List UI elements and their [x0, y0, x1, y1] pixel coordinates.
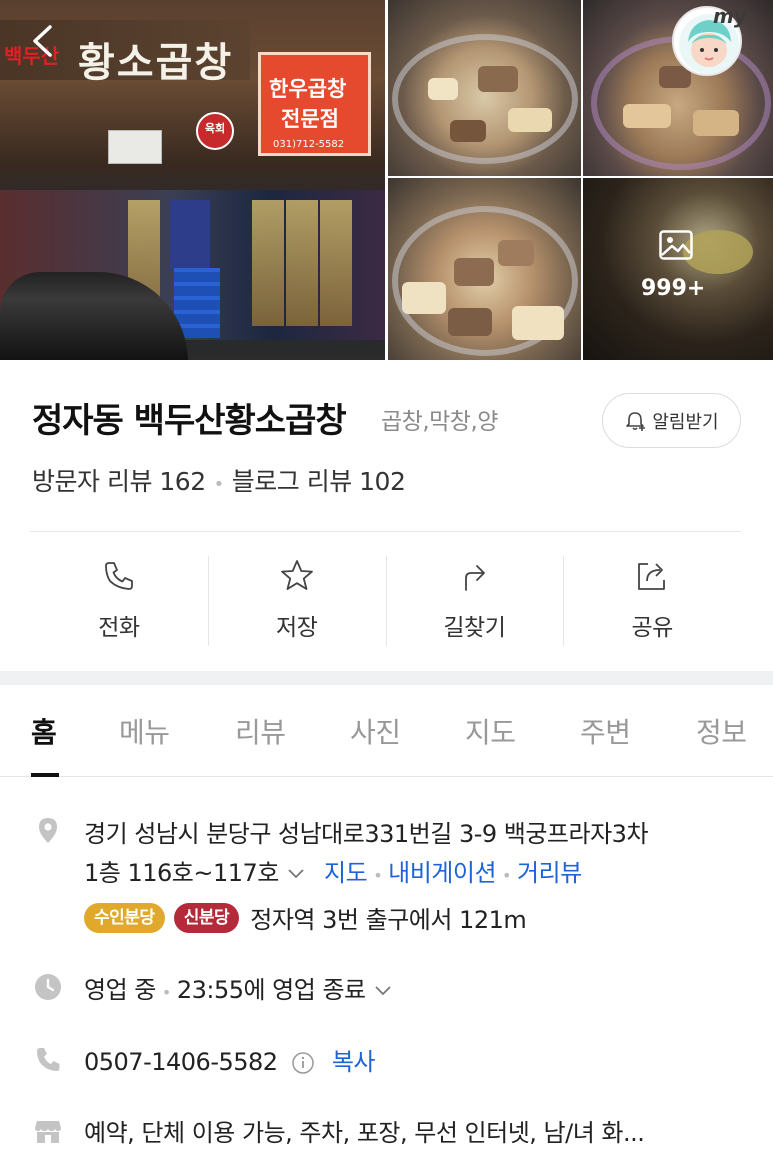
address-line2: 1층 116호~117호 — [84, 859, 279, 887]
food-piece — [454, 258, 494, 286]
navigation-link[interactable]: 내비게이션 — [388, 859, 496, 887]
location-pin-icon — [39, 818, 57, 843]
active-tab-indicator — [31, 773, 59, 777]
save-button-label: 저장 — [275, 615, 318, 641]
food-piece — [478, 66, 518, 92]
share-icon — [638, 563, 666, 590]
store-sign-text: 황소곱창 — [78, 39, 234, 86]
food-piece — [450, 120, 486, 142]
grill-pan — [392, 34, 578, 164]
window-poster — [252, 200, 284, 326]
phone-row: 0507-1406-5582 복사 — [84, 1042, 376, 1077]
info-circle-icon[interactable] — [291, 1051, 315, 1075]
storefront-photo[interactable]: 백두산 황소곱창 한우곱창 전문점 031)712-5582 육회 — [0, 0, 385, 360]
food-photo[interactable] — [388, 0, 581, 176]
tab-reviews[interactable]: 리뷰 — [235, 711, 286, 751]
call-button[interactable]: 전화 — [30, 556, 208, 646]
directions-icon — [465, 565, 486, 591]
review-counts: 방문자 리뷰 162 • 블로그 리뷰 102 — [32, 462, 406, 498]
store-icon — [35, 1121, 61, 1143]
hours-detail: 23:55에 영업 종료 — [176, 976, 366, 1004]
tab-menu[interactable]: 메뉴 — [119, 711, 170, 751]
tab-photos[interactable]: 사진 — [350, 711, 401, 751]
share-button[interactable]: 공유 — [563, 556, 741, 646]
red-board-phone: 031)712-5582 — [273, 139, 345, 150]
hours-status: 영업 중 — [84, 976, 156, 1004]
tab-info[interactable]: 정보 — [696, 711, 747, 751]
subway-line-badge: 신분당 — [173, 902, 240, 933]
window-poster — [320, 200, 352, 326]
phone-number[interactable]: 0507-1406-5582 — [84, 1048, 278, 1076]
subway-line-badge: 수인분당 — [84, 902, 165, 933]
tab-home[interactable]: 홈 — [31, 711, 57, 751]
street-view-link[interactable]: 거리뷰 — [517, 859, 582, 887]
tab-nearby[interactable]: 주변 — [580, 711, 631, 751]
alarm-button-label: 알림받기 — [652, 411, 719, 433]
food-piece — [402, 282, 446, 314]
more-photos-count: 999+ — [641, 276, 706, 301]
share-button-label: 공유 — [631, 615, 673, 641]
red-signboard: 한우곱창 전문점 031)712-5582 — [258, 52, 371, 156]
more-photos-tile[interactable]: 999+ — [583, 178, 773, 360]
separator-dot: • — [213, 474, 225, 495]
ac-unit — [108, 130, 162, 164]
tab-bar: 홈 메뉴 리뷰 사진 지도 주변 정보 — [0, 685, 773, 777]
my-label: my — [713, 4, 747, 28]
place-category: 곱창,막창,양 — [381, 409, 498, 435]
red-board-line1: 한우곱창 — [269, 77, 347, 101]
back-arrow-icon[interactable] — [30, 24, 54, 58]
alarm-button[interactable]: 알림받기 — [602, 393, 741, 448]
blog-review-link[interactable]: 블로그 리뷰 102 — [232, 467, 406, 496]
hours-row[interactable]: 영업 중 • 23:55에 영업 종료 — [84, 970, 392, 1005]
directions-button[interactable]: 길찾기 — [385, 556, 564, 646]
clock-icon — [35, 974, 61, 1000]
address-line2-row: 1층 116호~117호 지도 • 내비게이션 • 거리뷰 — [84, 853, 582, 888]
food-piece — [498, 240, 534, 266]
amenities[interactable]: 예약, 단체 이용 가능, 주차, 포장, 무선 인터넷, 남/녀 화... — [84, 1113, 645, 1148]
image-icon — [659, 230, 693, 260]
call-button-label: 전화 — [98, 615, 140, 641]
separator-dot: • — [502, 866, 511, 885]
food-piece — [428, 78, 458, 100]
tab-map[interactable]: 지도 — [465, 711, 516, 751]
food-photo[interactable] — [388, 178, 581, 360]
divider — [30, 531, 741, 532]
subway-distance: 정자역 3번 출구에서 121m — [250, 906, 527, 934]
bell-plus-icon — [626, 411, 646, 431]
food-piece — [448, 308, 492, 336]
map-link[interactable]: 지도 — [324, 859, 368, 887]
directions-button-label: 길찾기 — [443, 615, 506, 641]
action-bar: 전화 저장 길찾기 공유 — [30, 556, 741, 646]
visitor-review-link[interactable]: 방문자 리뷰 162 — [32, 467, 206, 496]
window-poster — [286, 200, 318, 326]
copy-phone-link[interactable]: 복사 — [332, 1048, 376, 1076]
separator-dot: • — [373, 866, 383, 885]
circle-sign: 육회 — [196, 112, 234, 150]
subway-row: 수인분당 신분당 정자역 3번 출구에서 121m — [84, 900, 527, 935]
food-piece — [508, 108, 552, 132]
food-piece — [512, 306, 564, 340]
chevron-down-icon[interactable] — [374, 985, 392, 997]
section-gap — [0, 671, 773, 685]
menu-board — [170, 200, 210, 270]
red-board-line2: 전문점 — [281, 107, 339, 131]
food-piece — [623, 104, 671, 128]
more-photos-overlay — [583, 178, 773, 360]
photo-gallery: 백두산 황소곱창 한우곱창 전문점 031)712-5582 육회 999+ m… — [0, 0, 773, 360]
save-button[interactable]: 저장 — [207, 556, 386, 646]
separator-dot: • — [161, 983, 171, 1002]
place-title: 정자동 백두산황소곱창 — [32, 401, 347, 441]
star-icon — [280, 560, 313, 590]
food-piece — [693, 110, 739, 136]
phone-icon — [104, 562, 133, 590]
address-line1: 경기 성남시 분당구 성남대로331번길 3-9 백궁프라자3차 — [84, 820, 649, 848]
chevron-down-icon[interactable] — [287, 868, 305, 880]
phone-icon — [37, 1048, 60, 1071]
